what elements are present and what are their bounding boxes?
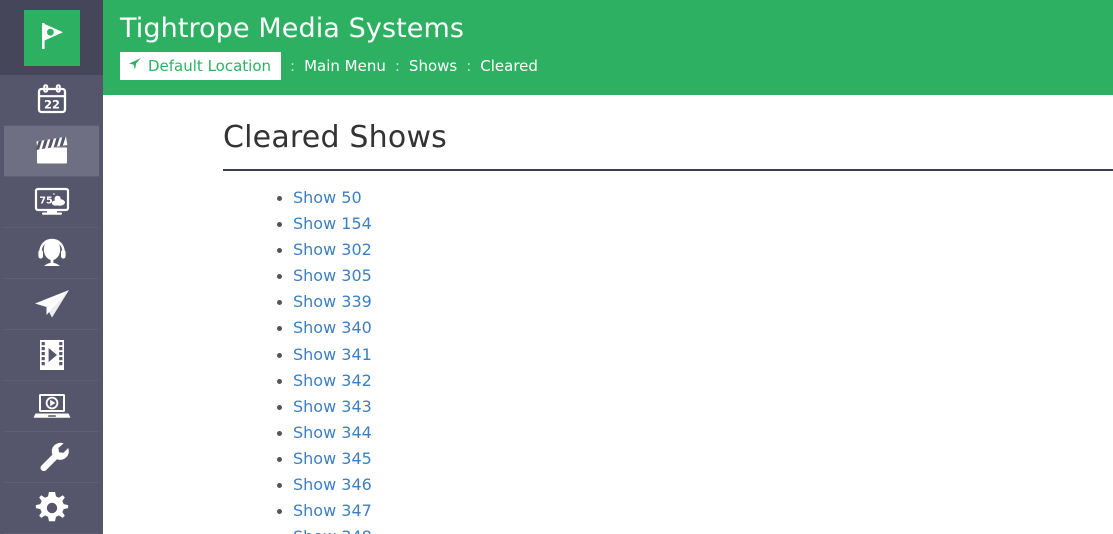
list-item: Show 348 — [293, 524, 1113, 534]
location-chip-label: Default Location — [148, 57, 272, 75]
list-item: Show 347 — [293, 498, 1113, 524]
wrench-icon — [34, 439, 70, 475]
location-arrow-icon — [128, 56, 142, 76]
app-logo[interactable] — [23, 9, 80, 66]
sidebar-item-media[interactable] — [4, 330, 99, 381]
list-item: Show 346 — [293, 472, 1113, 498]
content-area: Tightrope Media Systems Default Location… — [103, 0, 1113, 534]
breadcrumb-item-shows[interactable]: Shows — [409, 56, 457, 76]
show-link[interactable]: Show 348 — [293, 527, 372, 534]
laptop-play-icon — [32, 390, 72, 422]
list-item: Show 341 — [293, 342, 1113, 368]
svg-text:75: 75 — [39, 196, 52, 207]
sidebar-item-settings[interactable] — [4, 483, 99, 534]
show-link[interactable]: Show 154 — [293, 214, 372, 233]
app-header: Tightrope Media Systems Default Location… — [103, 0, 1113, 95]
sidebar-item-shows[interactable] — [4, 126, 99, 177]
show-link[interactable]: Show 340 — [293, 318, 372, 337]
breadcrumb: Default Location : Main Menu : Shows : C… — [120, 52, 1113, 80]
sidebar-item-tools[interactable] — [4, 432, 99, 483]
cleared-shows-list: Show 50 Show 154 Show 302 Show 305 Show 339 S… — [103, 185, 1113, 534]
show-link[interactable]: Show 302 — [293, 240, 372, 259]
show-link[interactable]: Show 344 — [293, 423, 372, 442]
gear-icon — [34, 490, 70, 526]
sidebar-item-weather[interactable]: 75 ° — [4, 177, 99, 228]
breadcrumb-item-main-menu[interactable]: Main Menu — [304, 56, 386, 76]
sidebar-item-publish[interactable] — [4, 279, 99, 330]
list-item: Show 305 — [293, 263, 1113, 289]
list-item: Show 343 — [293, 394, 1113, 420]
list-item: Show 340 — [293, 315, 1113, 341]
show-link[interactable]: Show 346 — [293, 475, 372, 494]
list-item: Show 342 — [293, 368, 1113, 394]
clapperboard-icon — [33, 135, 71, 167]
title-divider — [223, 169, 1113, 171]
show-link[interactable]: Show 343 — [293, 397, 372, 416]
show-link[interactable]: Show 50 — [293, 188, 362, 207]
sidebar-item-calendar[interactable]: 22 — [4, 75, 99, 126]
breadcrumb-separator-2: : — [394, 57, 400, 75]
show-link[interactable]: Show 341 — [293, 345, 372, 364]
paper-plane-icon — [32, 287, 72, 321]
monitor-weather-75-icon: 75 ° — [32, 185, 72, 219]
list-item: Show 344 — [293, 420, 1113, 446]
app-window: 22 75 ° Tightrope Media Systems Default … — [0, 0, 1113, 534]
list-item: Show 339 — [293, 289, 1113, 315]
sidebar-item-audio[interactable] — [4, 228, 99, 279]
list-item: Show 50 — [293, 185, 1113, 211]
headphones-person-icon — [34, 235, 70, 271]
location-chip[interactable]: Default Location — [120, 52, 282, 80]
flag-play-logo-icon — [35, 19, 69, 57]
sidebar-item-player[interactable] — [4, 381, 99, 432]
list-item: Show 302 — [293, 237, 1113, 263]
show-link[interactable]: Show 305 — [293, 266, 372, 285]
film-strip-play-icon — [36, 337, 68, 373]
breadcrumb-separator-3: : — [466, 57, 472, 75]
show-link[interactable]: Show 347 — [293, 501, 372, 520]
page-app-title: Tightrope Media Systems — [120, 13, 465, 44]
main-content: Cleared Shows Show 50Show 154Show 302Sho… — [103, 95, 1113, 534]
sidebar: 22 75 ° — [0, 0, 103, 534]
svg-text:22: 22 — [43, 98, 59, 112]
page-title: Cleared Shows — [223, 120, 448, 155]
show-link[interactable]: Show 345 — [293, 449, 372, 468]
list-item: Show 154 — [293, 211, 1113, 237]
logo-cell[interactable] — [0, 0, 103, 75]
show-link[interactable]: Show 342 — [293, 371, 372, 390]
list-item: Show 345 — [293, 446, 1113, 472]
calendar-22-icon: 22 — [34, 82, 70, 118]
show-link[interactable]: Show 339 — [293, 292, 372, 311]
breadcrumb-separator-1: : — [290, 57, 296, 75]
breadcrumb-item-cleared: Cleared — [480, 57, 538, 75]
